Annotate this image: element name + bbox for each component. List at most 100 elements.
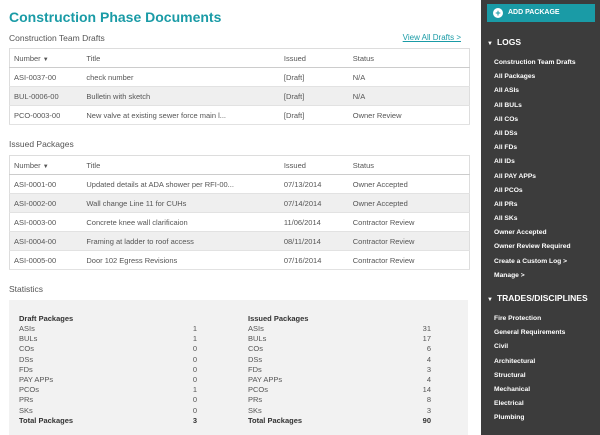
stats-row: PAY APPs 0 [19, 374, 197, 384]
cell-issued: [Draft] [279, 86, 349, 106]
column-issued[interactable]: Issued [279, 48, 349, 68]
cell-number: ASI-0003-00 [9, 212, 83, 232]
cell-status: Contractor Review [348, 212, 470, 232]
column-number[interactable]: Number ▼ [9, 48, 83, 68]
cell-title: check number [82, 67, 280, 87]
sidebar-item-all-sks[interactable]: All SKs [494, 212, 576, 226]
stats-row: ASIs 31 [248, 324, 431, 333]
cell-issued: 07/13/2014 [279, 174, 349, 194]
column-title[interactable]: Title [82, 155, 280, 175]
drafts-table: Number ▼ Title Issued Status ASI-0037-00… [9, 48, 470, 125]
cell-number: ASI-0005-00 [9, 250, 83, 270]
sidebar-item-all-cos[interactable]: All COs [494, 113, 576, 127]
table-header-row: Number ▼ Title Issued Status [9, 155, 470, 175]
cell-issued: 08/11/2014 [279, 231, 349, 251]
stats-row: BULs 17 [248, 334, 431, 344]
trades-heading[interactable]: ▼ TRADES/DISCIPLINES [487, 293, 588, 303]
table-row[interactable]: BUL-0006-00 Bulletin with sketch [Draft]… [9, 86, 470, 106]
logs-heading[interactable]: ▼ LOGS [487, 37, 521, 47]
trades-list: Fire Protection General Requirements Civ… [494, 312, 565, 426]
draft-stats-heading: Draft Packages [19, 314, 74, 323]
column-status[interactable]: Status [348, 48, 470, 68]
sidebar-item-all-buls[interactable]: All BULs [494, 99, 576, 113]
draft-stats-column: Draft Packages ASIs 1 BULs 1 COs 0 DSs 0 FDs… [19, 314, 197, 426]
cell-status: N/A [348, 67, 470, 87]
sidebar-item-all-pay-apps[interactable]: All PAY APPs [494, 170, 576, 184]
table-row[interactable]: ASI-0003-00 Concrete knee wall clarifica… [9, 212, 470, 232]
stats-row: PCOs 1 [19, 385, 197, 395]
sidebar-item-fire-protection[interactable]: Fire Protection [494, 312, 565, 326]
sidebar: + ADD PACKAGE ▼ LOGS Construction Team Dr… [481, 0, 600, 435]
cell-status: Owner Accepted [348, 193, 470, 213]
statistics-panel: Draft Packages ASIs 1 BULs 1 COs 0 DSs 0 FDs… [9, 300, 468, 435]
cell-number: ASI-0004-00 [9, 231, 83, 251]
stats-row: PCOs 14 [248, 385, 431, 395]
cell-title: Framing at ladder to roof access [82, 231, 280, 251]
cell-number: ASI-0002-00 [9, 193, 83, 213]
sidebar-item-plumbing[interactable]: Plumbing [494, 411, 565, 425]
column-status[interactable]: Status [348, 155, 470, 175]
sidebar-item-mechanical[interactable]: Mechanical [494, 383, 565, 397]
sidebar-item-manage[interactable]: Manage > [494, 269, 576, 283]
page-title: Construction Phase Documents [9, 9, 222, 25]
issued-table: Number ▼ Title Issued Status ASI-0001-00… [9, 155, 470, 270]
cell-title: Door 102 Egress Revisions [82, 250, 280, 270]
table-row[interactable]: ASI-0002-00 Wall change Line 11 for CUHs… [9, 193, 470, 213]
stats-total-row: Total Packages 90 [248, 415, 431, 425]
cell-title: Bulletin with sketch [82, 86, 280, 106]
cell-status: Owner Accepted [348, 174, 470, 194]
table-row[interactable]: PCO-0003-00 New valve at existing sewer … [9, 105, 470, 125]
cell-issued: [Draft] [279, 105, 349, 125]
sidebar-item-all-ids[interactable]: All IDs [494, 155, 576, 169]
sidebar-item-all-pcos[interactable]: All PCOs [494, 184, 576, 198]
cell-status: Owner Review [348, 105, 470, 125]
column-title[interactable]: Title [82, 48, 280, 68]
stats-row: ASIs 1 [19, 324, 197, 333]
sidebar-item-construction-team-drafts[interactable]: Construction Team Drafts [494, 56, 576, 70]
statistics-section-title: Statistics [9, 284, 44, 294]
sidebar-item-all-packages[interactable]: All Packages [494, 70, 576, 84]
cell-issued: 11/06/2014 [279, 212, 349, 232]
sidebar-item-all-fds[interactable]: All FDs [494, 141, 576, 155]
stats-row: COs 6 [248, 344, 431, 354]
sidebar-item-civil[interactable]: Civil [494, 340, 565, 354]
cell-issued: 07/14/2014 [279, 193, 349, 213]
issued-stats-column: Issued Packages ASIs 31 BULs 17 COs 6 DSs 4 … [248, 314, 431, 426]
column-issued[interactable]: Issued [279, 155, 349, 175]
sidebar-item-all-prs[interactable]: All PRs [494, 198, 576, 212]
cell-number: ASI-0001-00 [9, 174, 83, 194]
sidebar-item-create-custom-log[interactable]: Create a Custom Log > [494, 255, 576, 269]
logs-list: Construction Team Drafts All Packages Al… [494, 56, 576, 283]
cell-title: Concrete knee wall clarificaion [82, 212, 280, 232]
cell-title: New valve at existing sewer force main l… [82, 105, 280, 125]
cell-number: PCO-0003-00 [9, 105, 83, 125]
table-row[interactable]: ASI-0001-00 Updated details at ADA showe… [9, 174, 470, 194]
sidebar-item-architectural[interactable]: Architectural [494, 355, 565, 369]
cell-status: N/A [348, 86, 470, 106]
sidebar-item-all-dss[interactable]: All DSs [494, 127, 576, 141]
caret-down-icon: ▼ [487, 41, 493, 47]
stats-row: PRs 8 [248, 395, 431, 405]
add-package-button[interactable]: + ADD PACKAGE [487, 4, 595, 22]
sidebar-item-general-requirements[interactable]: General Requirements [494, 326, 565, 340]
table-header-row: Number ▼ Title Issued Status [9, 48, 470, 68]
table-row[interactable]: ASI-0037-00 check number [Draft] N/A [9, 67, 470, 87]
sidebar-item-electrical[interactable]: Electrical [494, 397, 565, 411]
plus-circle-icon: + [493, 8, 503, 18]
cell-number: BUL-0006-00 [9, 86, 83, 106]
stats-row: COs 0 [19, 344, 197, 354]
stats-row: PAY APPs 4 [248, 374, 431, 384]
table-row[interactable]: ASI-0004-00 Framing at ladder to roof ac… [9, 231, 470, 251]
cell-title: Wall change Line 11 for CUHs [82, 193, 280, 213]
sidebar-item-owner-review-required[interactable]: Owner Review Required [494, 240, 576, 254]
issued-section-title: Issued Packages [9, 139, 74, 149]
table-row[interactable]: ASI-0005-00 Door 102 Egress Revisions 07… [9, 250, 470, 270]
sidebar-item-owner-accepted[interactable]: Owner Accepted [494, 226, 576, 240]
sidebar-item-all-asis[interactable]: All ASIs [494, 84, 576, 98]
cell-title: Updated details at ADA shower per RFI-00… [82, 174, 280, 194]
drafts-section-title: Construction Team Drafts [9, 33, 105, 43]
view-all-drafts-link[interactable]: View All Drafts > [403, 33, 461, 42]
sidebar-item-structural[interactable]: Structural [494, 369, 565, 383]
stats-total-row: Total Packages 3 [19, 415, 197, 425]
column-number[interactable]: Number ▼ [9, 155, 83, 175]
